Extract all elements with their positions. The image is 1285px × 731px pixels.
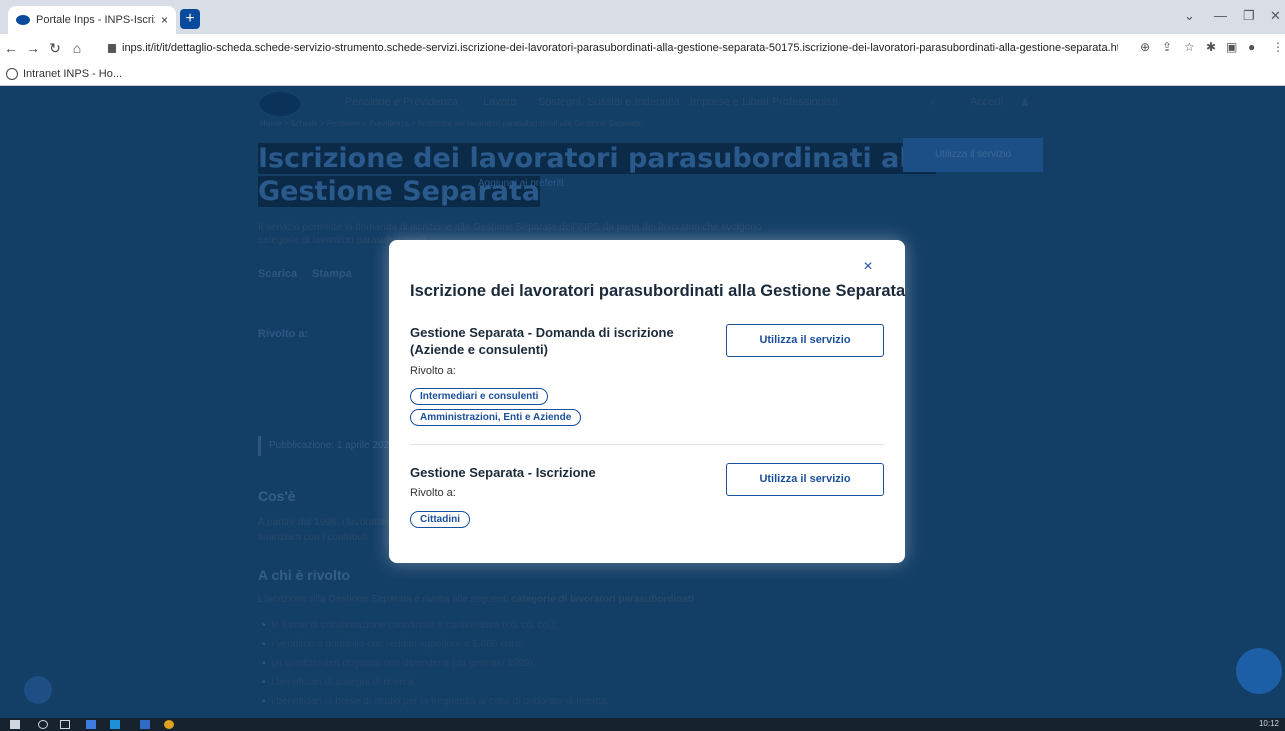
modal-title: Iscrizione dei lavoratori parasubordinat… bbox=[410, 282, 906, 300]
add-favorites-link[interactable]: Aggiungi ai preferiti bbox=[478, 178, 564, 189]
service-name: Gestione Separata - Iscrizione bbox=[410, 465, 596, 480]
browser-toolbar: ← → ↻ ⌂ inps.it/it/it/dettaglio-scheda.s… bbox=[0, 34, 1285, 62]
page-title-line1: Iscrizione dei lavoratori parasubordinat… bbox=[258, 143, 937, 174]
achi-heading: A chi è rivolto bbox=[258, 567, 351, 583]
close-icon[interactable]: × bbox=[861, 259, 875, 275]
extensions-icon[interactable]: ✱ bbox=[1206, 40, 1216, 54]
menu-kebab-icon[interactable]: ⋮ bbox=[1272, 40, 1284, 54]
target-pill-cittadini[interactable]: Cittadini bbox=[410, 511, 470, 528]
search-icon[interactable]: ⌕ bbox=[930, 96, 936, 109]
close-window-icon[interactable]: ✕ bbox=[1270, 8, 1281, 24]
tab-search-icon[interactable]: ⌄ bbox=[1184, 8, 1195, 24]
bookmark-star-icon[interactable]: ☆ bbox=[1184, 40, 1195, 54]
bookmark-intranet[interactable]: Intranet INPS - Ho... bbox=[23, 68, 122, 80]
minimize-icon[interactable]: — bbox=[1214, 8, 1227, 23]
app-icon[interactable] bbox=[86, 720, 96, 729]
cose-heading: Cos'è bbox=[258, 488, 296, 504]
target-pill-intermediari[interactable]: Intermediari e consulenti bbox=[410, 388, 549, 405]
reload-icon[interactable]: ↻ bbox=[44, 40, 66, 57]
tab-close-icon[interactable]: × bbox=[161, 13, 168, 27]
service-name: Gestione Separata - Domanda di iscrizion… bbox=[410, 325, 674, 357]
bookmarks-bar: Intranet INPS - Ho... bbox=[0, 62, 1285, 86]
achi-item: le forme di collaborazione coordinata e … bbox=[262, 620, 558, 631]
achi-item: i beneficiari di borse di studio per la … bbox=[262, 696, 609, 707]
nav-sostegni[interactable]: Sostegni, Sussidi e Indennità bbox=[538, 96, 680, 108]
cose-line-2: finanziata con i contributi bbox=[258, 532, 369, 543]
new-tab-button[interactable]: + bbox=[180, 9, 200, 29]
address-bar[interactable]: inps.it/it/it/dettaglio-scheda.schede-se… bbox=[108, 38, 1118, 58]
install-icon[interactable]: ⊕ bbox=[1140, 40, 1150, 54]
back-icon[interactable]: ← bbox=[0, 40, 22, 56]
nav-lavoro[interactable]: Lavoro bbox=[483, 96, 517, 108]
nav-imprese[interactable]: Imprese e Liberi Professionisti bbox=[690, 96, 837, 108]
browser-tab[interactable]: Portale Inps - INPS-Iscrizione dei × bbox=[8, 6, 176, 34]
lock-icon bbox=[108, 43, 116, 53]
globe-icon bbox=[6, 67, 18, 80]
divider bbox=[410, 444, 884, 445]
chat-assistant-button[interactable] bbox=[1236, 648, 1282, 694]
system-clock: 10:12 bbox=[1259, 719, 1279, 728]
service-rivolto-label: Rivolto a: bbox=[410, 365, 456, 377]
search-icon[interactable] bbox=[38, 720, 48, 729]
side-panel-icon[interactable]: ▣ bbox=[1226, 40, 1237, 54]
rivolto-label: Rivolto a: bbox=[258, 328, 309, 340]
achi-intro-text: L'iscrizione alla Gestione Separata è ri… bbox=[258, 594, 509, 605]
inps-logo[interactable] bbox=[260, 92, 300, 116]
service-rivolto-label: Rivolto a: bbox=[410, 487, 456, 499]
target-pill-amministrazioni[interactable]: Amministrazioni, Enti e Aziende bbox=[410, 409, 582, 426]
achi-intro-bold: categorie di lavoratori parasubordinati bbox=[511, 594, 694, 605]
tab-title: Portale Inps - INPS-Iscrizione dei bbox=[36, 14, 155, 26]
home-icon[interactable]: ⌂ bbox=[66, 40, 88, 56]
accessibility-button[interactable] bbox=[24, 676, 52, 704]
app-icon[interactable] bbox=[140, 720, 150, 729]
app-icon[interactable] bbox=[110, 720, 120, 729]
browser-tab-bar: Portale Inps - INPS-Iscrizione dei × + ⌄… bbox=[0, 0, 1285, 34]
download-link[interactable]: Scarica bbox=[258, 268, 297, 280]
windows-start-icon[interactable] bbox=[10, 720, 20, 729]
taskbar: 10:12 bbox=[0, 718, 1285, 731]
user-icon[interactable]: ♟ bbox=[1020, 96, 1030, 109]
share-icon[interactable]: ⇪ bbox=[1162, 40, 1172, 54]
chrome-icon[interactable] bbox=[164, 720, 174, 729]
achi-item: i beneficiari di assegni di ricerca; bbox=[262, 677, 417, 688]
use-service-button[interactable]: Utilizza il servizio bbox=[726, 324, 884, 357]
nav-pensione[interactable]: Pensione e Previdenza bbox=[345, 96, 458, 108]
intro-line-1: Il servizio permette la domanda di iscri… bbox=[258, 222, 762, 233]
url-text: inps.it/it/it/dettaglio-scheda.schede-se… bbox=[122, 42, 1118, 54]
inps-favicon-icon bbox=[16, 15, 30, 25]
breadcrumb: Home > Schede > Pensione e Previdenza > … bbox=[260, 119, 641, 128]
achi-item: i venditori a domicilio con reddito supe… bbox=[262, 639, 523, 650]
clock-time: 10:12 bbox=[1258, 719, 1279, 728]
page-use-service-button[interactable]: Utilizza il servizio bbox=[903, 138, 1043, 172]
achi-intro: L'iscrizione alla Gestione Separata è ri… bbox=[258, 594, 694, 605]
publication-date: Pubblicazione: 1 aprile 2022 bbox=[258, 436, 395, 456]
page-title: Iscrizione dei lavoratori parasubordinat… bbox=[258, 142, 937, 208]
use-service-button[interactable]: Utilizza il servizio bbox=[726, 463, 884, 496]
login-link[interactable]: Accedi bbox=[970, 96, 1003, 108]
print-link[interactable]: Stampa bbox=[312, 268, 352, 280]
profile-icon[interactable]: ● bbox=[1248, 40, 1255, 54]
restore-icon[interactable]: ❐ bbox=[1243, 8, 1255, 24]
task-view-icon[interactable] bbox=[60, 720, 70, 729]
forward-icon[interactable]: → bbox=[22, 40, 44, 56]
service-modal: × Iscrizione dei lavoratori parasubordin… bbox=[389, 240, 905, 563]
achi-item: gli spedizionieri doganali non dipendent… bbox=[262, 658, 536, 669]
